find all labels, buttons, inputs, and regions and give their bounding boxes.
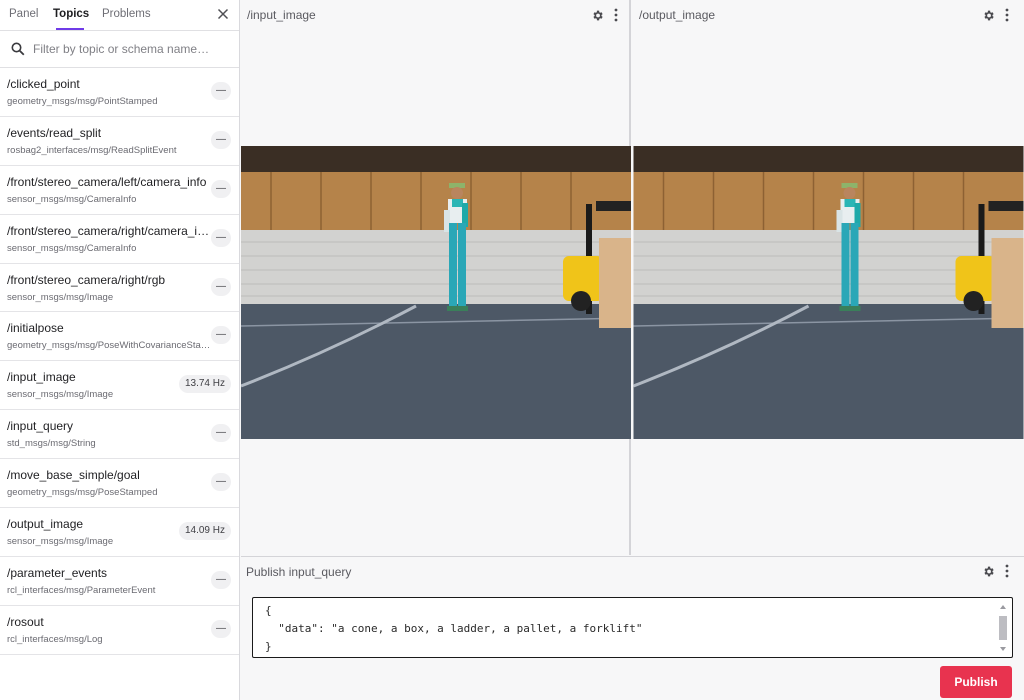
topic-row[interactable]: /initialpose geometry_msgs/msg/PoseWithC… (0, 312, 239, 362)
warehouse-scene-image (241, 146, 631, 439)
topic-name: /move_base_simple/goal (7, 468, 140, 483)
topic-frequency: — (211, 277, 231, 296)
topic-row[interactable]: /rosout rcl_interfaces/msg/Log — (0, 606, 239, 655)
gear-icon[interactable] (982, 9, 995, 22)
warehouse-scene-image (633, 146, 1024, 439)
publish-button[interactable]: Publish (940, 666, 1012, 698)
topic-frequency: 14.09 Hz (178, 522, 231, 541)
topic-name: /events/read_split (7, 125, 102, 140)
topic-schema: sensor_msgs/msg/Image (7, 291, 114, 303)
topic-frequency: — (211, 82, 231, 100)
panel-title: /output_image (639, 8, 716, 22)
topic-schema: sensor_msgs/msg/Image (7, 389, 114, 401)
sidebar: Panel Topics Problems /clicked_point geo… (0, 0, 240, 700)
tab-problems[interactable]: Problems (102, 8, 151, 20)
gear-icon[interactable] (982, 565, 995, 578)
editor-line: } (265, 640, 272, 653)
topic-frequency: 13.74 Hz (178, 375, 231, 394)
topic-row[interactable]: /front/stereo_camera/right/rgb sensor_ms… (0, 264, 239, 313)
topic-row[interactable]: /input_image sensor_msgs/msg/Image 13.74… (0, 361, 239, 411)
topic-frequency: — (211, 326, 231, 345)
editor-line: { (265, 604, 272, 617)
gear-icon[interactable] (591, 9, 604, 22)
tab-topics[interactable]: Topics (53, 8, 89, 20)
active-tab-indicator (56, 28, 84, 30)
app-window: Panel Topics Problems /clicked_point geo… (0, 0, 1024, 700)
camera-image (241, 146, 631, 439)
topic-name: /parameter_events (7, 565, 108, 580)
message-editor[interactable]: { "data": "a cone, a box, a ladder, a pa… (252, 597, 1013, 658)
topic-schema: geometry_msgs/msg/PoseWithCovarianceStam… (7, 340, 212, 352)
topic-frequency: — (211, 570, 231, 589)
topic-row[interactable]: /move_base_simple/goal geometry_msgs/msg… (0, 459, 239, 509)
topic-schema: sensor_msgs/msg/CameraInfo (7, 242, 137, 254)
topic-schema: geometry_msgs/msg/PointStamped (7, 96, 158, 107)
topic-schema: geometry_msgs/msg/PoseStamped (7, 487, 158, 499)
topic-name: /front/stereo_camera/right/rgb (7, 272, 166, 287)
topic-row[interactable]: /parameter_events rcl_interfaces/msg/Par… (0, 557, 239, 606)
editor-line: "data": "a cone, a box, a ladder, a pall… (265, 622, 643, 635)
topic-row[interactable]: /front/stereo_camera/left/camera_info se… (0, 166, 239, 215)
topic-frequency: — (211, 179, 231, 198)
sidebar-tabbar: Panel Topics Problems (0, 0, 239, 31)
topic-name: /initialpose (7, 321, 64, 336)
topic-frequency: — (211, 424, 231, 443)
output-image-panel: /output_image (633, 0, 1024, 555)
more-vert-icon[interactable] (1005, 564, 1009, 578)
topic-schema: std_msgs/msg/String (7, 438, 96, 450)
topic-row[interactable]: /front/stereo_camera/right/camera_info s… (0, 215, 239, 264)
panel-title: Publish input_query (246, 565, 352, 579)
topic-frequency: — (211, 473, 231, 492)
search-icon (11, 42, 25, 56)
topic-frequency: — (211, 130, 231, 149)
topic-schema: rosbag2_interfaces/msg/ReadSplitEvent (7, 144, 177, 156)
topic-name: /rosout (7, 614, 44, 629)
tab-panel[interactable]: Panel (9, 8, 38, 20)
scrollbar-thumb[interactable] (999, 616, 1007, 640)
topic-schema: rcl_interfaces/msg/ParameterEvent (7, 584, 156, 596)
topic-name: /front/stereo_camera/left/camera_info (7, 174, 207, 189)
topic-name: /clicked_point (7, 77, 80, 91)
camera-image (633, 146, 1024, 439)
topic-schema: rcl_interfaces/msg/Log (7, 633, 103, 645)
close-icon[interactable] (215, 6, 231, 22)
topic-row[interactable]: /output_image sensor_msgs/msg/Image 14.0… (0, 508, 239, 557)
topic-schema: sensor_msgs/msg/CameraInfo (7, 193, 137, 205)
topic-frequency: — (211, 619, 231, 638)
topic-frequency: — (211, 228, 231, 247)
more-vert-icon[interactable] (614, 8, 618, 22)
topic-filter-input[interactable] (33, 40, 233, 58)
topic-row[interactable]: /clicked_point geometry_msgs/msg/PointSt… (0, 68, 239, 117)
input-image-panel: /input_image (241, 0, 631, 555)
topic-row[interactable]: /input_query std_msgs/msg/String — (0, 410, 239, 460)
more-vert-icon[interactable] (1005, 8, 1009, 22)
topic-filter (0, 31, 239, 68)
topic-list: /clicked_point geometry_msgs/msg/PointSt… (0, 68, 239, 655)
topic-name: /front/stereo_camera/right/camera_info (7, 223, 210, 238)
topic-name: /input_query (7, 419, 74, 434)
publish-panel: Publish input_query { "data": "a cone, a… (241, 556, 1024, 700)
topic-row[interactable]: /events/read_split rosbag2_interfaces/ms… (0, 117, 239, 166)
editor-scrollbar[interactable] (998, 602, 1008, 654)
panel-title: /input_image (247, 8, 316, 22)
